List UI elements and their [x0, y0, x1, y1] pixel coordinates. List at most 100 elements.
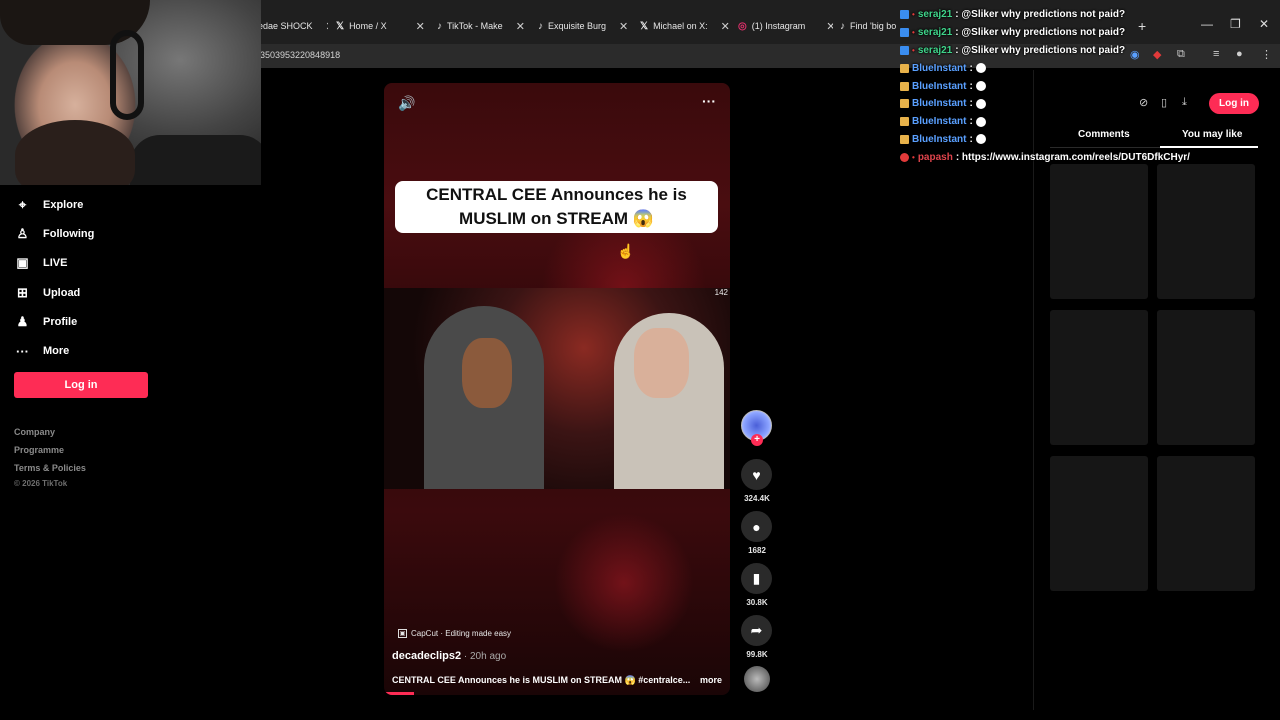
- chat-text: :: [969, 62, 973, 74]
- chat-text: :: [969, 80, 973, 92]
- share-count: 99.8K: [746, 650, 768, 659]
- tab-label: Michael on X:: [653, 21, 708, 31]
- recommended-thumbnail[interactable]: [1157, 456, 1255, 591]
- chat-message: • papash: https://www.instagram.com/reels…: [900, 148, 1280, 166]
- chat-message: BlueInstant:: [900, 113, 1280, 131]
- video-caption: CENTRAL CEE Announces he is MUSLIM on ST…: [395, 181, 718, 233]
- close-icon[interactable]: ✕: [721, 20, 730, 33]
- comment-button[interactable]: ●: [741, 511, 772, 542]
- sidebar-item-following[interactable]: ♙ Following: [14, 219, 154, 248]
- video-player[interactable]: 🔊 ··· CENTRAL CEE Announces he is MUSLIM…: [384, 83, 730, 695]
- chat-username[interactable]: seraj21: [918, 45, 952, 56]
- chat-message: BlueInstant:: [900, 131, 1280, 149]
- chat-message: • seraj21: @Sliker why predictions not pa…: [900, 6, 1280, 24]
- chat-username[interactable]: BlueInstant: [912, 98, 966, 109]
- chat-message: BlueInstant:: [900, 95, 1280, 113]
- chat-text: : https://www.instagram.com/reels/DUT6Df…: [955, 151, 1190, 163]
- sidebar-item-upload[interactable]: ⊞ Upload: [14, 278, 154, 307]
- save-button[interactable]: ▮: [741, 563, 772, 594]
- clip-number: 142: [714, 288, 728, 297]
- more-icon: ···: [16, 343, 29, 359]
- browser-tab[interactable]: 𝕏 Home / X ✕: [336, 15, 426, 37]
- chat-username[interactable]: BlueInstant: [912, 81, 966, 92]
- like-button[interactable]: ♥: [741, 459, 772, 490]
- chat-username[interactable]: BlueInstant: [912, 116, 966, 127]
- chat-emote-icon: [975, 98, 986, 109]
- chat-emote-icon: [975, 81, 986, 92]
- login-button[interactable]: Log in: [14, 372, 148, 398]
- chat-text: :: [969, 98, 973, 110]
- footer-link-terms[interactable]: Terms & Policies: [14, 463, 86, 473]
- more-options-icon[interactable]: ···: [702, 93, 716, 109]
- copyright: © 2026 TikTok: [14, 479, 68, 488]
- video-progress-bar[interactable]: [384, 692, 414, 695]
- recommended-thumbnail[interactable]: [1157, 164, 1255, 299]
- chat-username[interactable]: seraj21: [918, 27, 952, 38]
- chat-text: :: [969, 133, 973, 145]
- author-name[interactable]: decadeclips2: [392, 650, 461, 662]
- instagram-icon: ◎: [738, 20, 747, 32]
- sidebar-item-label: Following: [43, 227, 95, 240]
- share-button[interactable]: ➦: [741, 615, 772, 646]
- sidebar-item-explore[interactable]: ⌖ Explore: [14, 190, 154, 219]
- tab-label: Home / X: [349, 21, 387, 31]
- sidebar-item-profile[interactable]: ♟ Profile: [14, 307, 154, 336]
- sidebar-item-label: Profile: [43, 315, 78, 328]
- chat-badge-icon: [900, 28, 909, 38]
- profile-icon: ♟: [16, 313, 29, 329]
- footer-link-programme[interactable]: Programme: [14, 445, 64, 455]
- like-count: 324.4K: [744, 494, 770, 503]
- compass-icon: ⌖: [18, 196, 27, 212]
- heart-icon: ♥: [752, 466, 761, 483]
- chat-text: : @Sliker why predictions not paid?: [955, 27, 1126, 39]
- sidebar-item-label: Explore: [43, 198, 84, 211]
- close-icon[interactable]: ✕: [416, 20, 425, 33]
- chat-dot-icon: •: [912, 28, 915, 38]
- browser-tab[interactable]: ♪ TikTok - Make ✕: [437, 15, 527, 37]
- music-disc-icon[interactable]: [744, 666, 770, 692]
- caption-line: CENTRAL CEE Announces he is: [426, 185, 687, 204]
- live-icon: ▣: [16, 255, 29, 271]
- chat-text: :: [969, 116, 973, 128]
- chat-username[interactable]: BlueInstant: [912, 134, 966, 145]
- chat-badge-icon: [900, 152, 909, 162]
- browser-tab[interactable]: 𝕏 Michael on X: ✕: [640, 15, 730, 37]
- browser-tab[interactable]: ◎ (1) Instagram ✕: [738, 15, 833, 37]
- address-text[interactable]: 3503953220848918: [260, 50, 340, 60]
- chat-message: BlueInstant:: [900, 77, 1280, 95]
- browser-tab[interactable]: ♪ Find 'big bo: [840, 15, 900, 37]
- recommended-thumbnail[interactable]: [1050, 164, 1148, 299]
- tiktok-icon: ♪: [437, 20, 442, 32]
- capcut-anchor[interactable]: ▣ CapCut · Editing made easy: [398, 629, 511, 638]
- sidebar-item-more[interactable]: ··· More: [14, 336, 154, 365]
- follow-plus-icon[interactable]: +: [751, 434, 763, 446]
- close-icon[interactable]: ✕: [326, 20, 328, 33]
- video-author[interactable]: decadeclips2 · 20h ago: [392, 650, 506, 662]
- tab-label: edae SHOCK: [258, 21, 313, 31]
- browser-tab[interactable]: edae SHOCK ✕: [258, 15, 328, 37]
- volume-icon[interactable]: 🔊: [398, 95, 415, 112]
- recommended-thumbnail[interactable]: [1050, 456, 1148, 591]
- sidebar-item-label: Upload: [43, 286, 81, 299]
- description-text: CENTRAL CEE Announces he is MUSLIM on ST…: [392, 675, 691, 685]
- chat-username[interactable]: BlueInstant: [912, 63, 966, 74]
- more-link[interactable]: more: [700, 675, 722, 685]
- footer-link-company[interactable]: Company: [14, 427, 55, 437]
- close-icon[interactable]: ✕: [516, 20, 525, 33]
- chat-emote-icon: [975, 63, 986, 74]
- x-icon: 𝕏: [336, 20, 345, 32]
- comment-count: 1682: [748, 546, 766, 555]
- chat-badge-icon: [900, 10, 909, 20]
- x-icon: 𝕏: [640, 20, 649, 32]
- browser-tab[interactable]: ♪ Exquisite Burg ✕: [538, 15, 628, 37]
- close-icon[interactable]: ✕: [826, 20, 833, 33]
- chat-username[interactable]: papash: [918, 152, 953, 163]
- recommended-thumbnail[interactable]: [1157, 310, 1255, 445]
- sidebar-item-live[interactable]: ▣ LIVE: [14, 249, 154, 278]
- save-count: 30.8K: [746, 598, 768, 607]
- close-icon[interactable]: ✕: [619, 20, 628, 33]
- recommended-thumbnail[interactable]: [1050, 310, 1148, 445]
- chat-username[interactable]: seraj21: [918, 9, 952, 20]
- chat-badge-icon: [900, 134, 909, 144]
- video-description: CENTRAL CEE Announces he is MUSLIM on ST…: [392, 675, 722, 686]
